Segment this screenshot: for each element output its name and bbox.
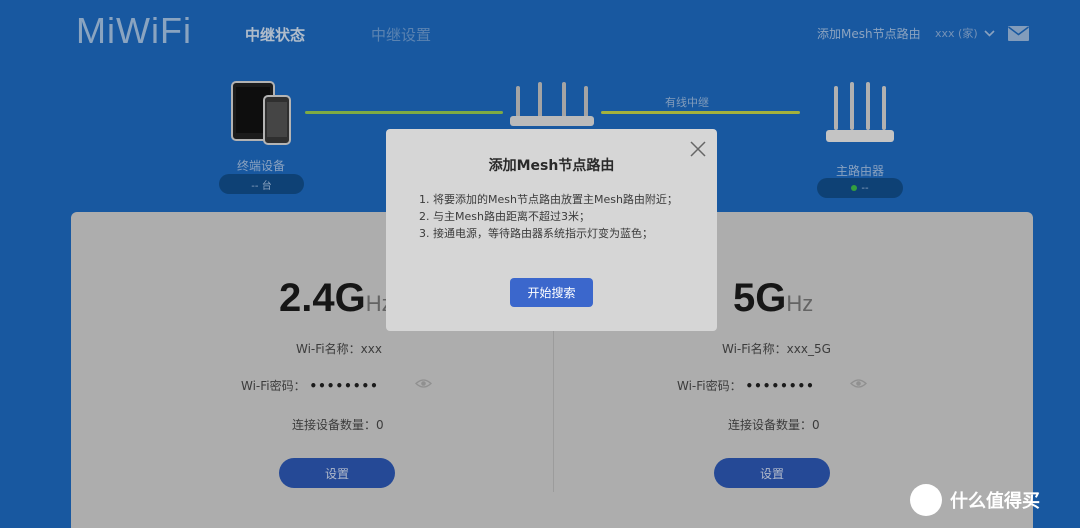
dialog-steps: 1. 将要添加的Mesh节点路由放置主Mesh路由附近； 2. 与主Mesh路由… — [419, 191, 691, 242]
dialog-step: 2. 与主Mesh路由距离不超过3米； — [419, 210, 590, 223]
dialog-title: 添加Mesh节点路由 — [488, 158, 615, 174]
watermark-text: 什么值得买 — [950, 491, 1040, 512]
add-mesh-dialog: 添加Mesh节点路由 1. 将要添加的Mesh节点路由放置主Mesh路由附近； … — [386, 129, 717, 331]
watermark: 什么值得买 — [910, 484, 1040, 516]
watermark-logo — [910, 484, 942, 516]
start-search-button[interactable]: 开始搜索 — [510, 278, 593, 307]
dialog-step: 1. 将要添加的Mesh节点路由放置主Mesh路由附近； — [419, 193, 678, 206]
dialog-step: 3. 接通电源，等待路由器系统指示灯变为蓝色； — [419, 227, 653, 240]
close-icon[interactable] — [690, 141, 706, 157]
